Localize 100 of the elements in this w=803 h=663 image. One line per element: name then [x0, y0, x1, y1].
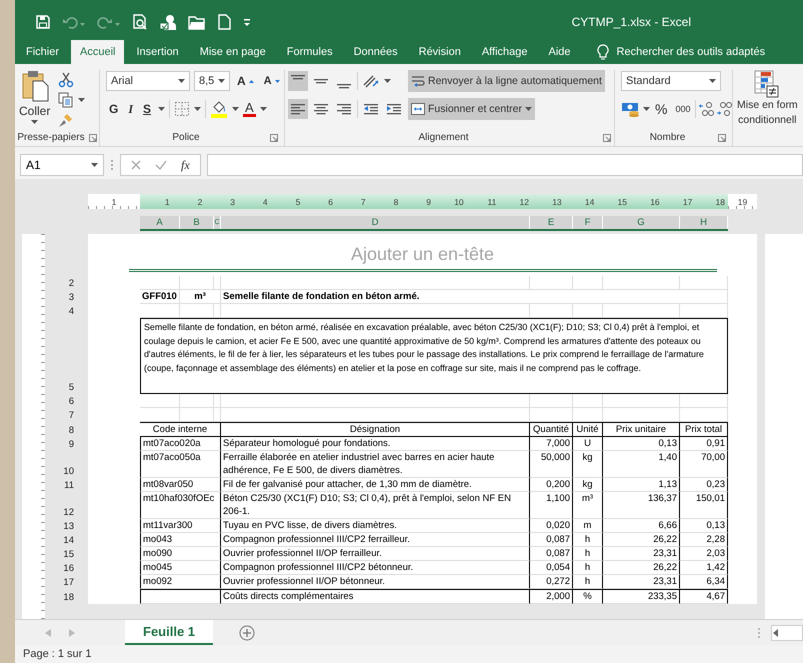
blank-page-icon[interactable]	[217, 14, 231, 30]
table-cell: 23,31	[603, 575, 680, 589]
row-number[interactable]: 5	[45, 318, 80, 394]
table-cell: 150,01	[680, 492, 728, 519]
ribbon-tab[interactable]: Insertion	[127, 40, 188, 64]
ribbon-tab[interactable]: Fichier	[17, 40, 68, 64]
percent-button[interactable]: %	[652, 99, 670, 119]
row-number[interactable]: 9	[45, 437, 80, 451]
empty-cell	[530, 304, 573, 318]
sheet-tab[interactable]: Feuille 1	[125, 620, 214, 645]
caret-icon	[643, 107, 650, 111]
dialog-launcher-icon[interactable]	[270, 134, 278, 142]
insert-function-button[interactable]: fx	[181, 158, 190, 172]
empty-cell	[530, 276, 573, 290]
accounting-format-icon[interactable]	[621, 101, 641, 117]
row-number[interactable]: 10	[45, 451, 80, 478]
row-number[interactable]: 17	[45, 575, 80, 589]
print-preview-icon[interactable]	[132, 14, 148, 30]
column-header[interactable]: E	[530, 216, 573, 229]
scroll-left-icon[interactable]	[772, 628, 780, 636]
wrap-text-button[interactable]: Renvoyer à la ligne automatiquement	[408, 70, 605, 92]
scissors-icon[interactable]	[58, 72, 74, 88]
decrease-decimal-icon[interactable]	[716, 101, 732, 117]
row-number[interactable]: 12	[45, 492, 80, 519]
column-header[interactable]: A	[140, 216, 180, 229]
column-header[interactable]: D	[221, 216, 530, 229]
grow-font-button[interactable]: A	[234, 71, 257, 91]
merge-cells-icon	[411, 102, 425, 116]
table-cell: Compagnon professionnel III/CP2 ferrailleur.	[221, 533, 530, 547]
row-number[interactable]: 8	[45, 422, 80, 437]
font-size-field[interactable]: 8,5	[194, 71, 230, 91]
ruler-number: 5	[294, 196, 302, 206]
ribbon-tab[interactable]: Affichage	[472, 40, 536, 64]
ribbon-tab[interactable]: Mise en page	[190, 40, 275, 64]
dialog-launcher-icon[interactable]	[718, 134, 726, 142]
row-number[interactable]: 18	[45, 589, 80, 604]
ruler-number: 18	[714, 196, 726, 206]
table-cell: 1,42	[680, 561, 728, 575]
empty-cell	[573, 276, 603, 290]
tell-me-search[interactable]: Rechercher des outils adaptés	[616, 46, 766, 58]
ribbon-tab[interactable]: Formules	[278, 40, 342, 64]
ruler-number: 11	[486, 196, 498, 206]
row-number[interactable]: 4	[45, 304, 80, 318]
align-top-icon[interactable]	[288, 71, 308, 91]
ribbon-tab[interactable]: Accueil	[71, 40, 124, 64]
folder-icon[interactable]	[188, 14, 206, 30]
row-number[interactable]: 11	[45, 478, 80, 492]
column-header[interactable]: F	[573, 216, 603, 229]
ribbon-tab[interactable]: Aide	[539, 40, 580, 64]
save-icon[interactable]	[35, 14, 51, 30]
row-number[interactable]: 16	[45, 561, 80, 575]
lightbulb-icon[interactable]	[596, 44, 609, 60]
increase-decimal-icon[interactable]	[698, 101, 714, 117]
paintbrush-icon[interactable]	[58, 112, 74, 128]
empty-cell	[180, 408, 214, 422]
thousands-separator-button[interactable]: 000	[672, 99, 694, 119]
column-title: Désignation	[221, 422, 530, 437]
ribbon-tab[interactable]: Données	[344, 40, 407, 64]
column-header[interactable]: B	[180, 216, 214, 229]
empty-cell	[573, 408, 603, 422]
row-number[interactable]: 14	[45, 533, 80, 547]
table-cell: mo090	[140, 547, 221, 561]
row-number[interactable]: 15	[45, 547, 80, 561]
user-check-icon[interactable]	[159, 14, 177, 30]
column-header[interactable]: H	[680, 216, 728, 229]
column-header[interactable]: G	[603, 216, 680, 229]
paste-button[interactable]: Coller	[17, 70, 52, 129]
horizontal-scrollbar[interactable]	[771, 624, 803, 640]
row-number[interactable]: 13	[45, 519, 80, 533]
ruler-number: 3	[229, 196, 236, 206]
underline-button[interactable]: S	[140, 99, 154, 119]
conditional-formatting-button[interactable]: Mise en form conditionnell	[737, 70, 798, 128]
enter-check-icon[interactable]	[155, 160, 167, 170]
dialog-launcher-icon[interactable]	[89, 134, 97, 142]
merge-center-button[interactable]: Fusionner et centrer	[408, 98, 535, 120]
number-format-field[interactable]: Standard	[621, 71, 721, 91]
table-cell: 0,087	[530, 533, 573, 547]
row-number[interactable]: 3	[45, 290, 80, 304]
italic-button[interactable]: I	[125, 99, 136, 119]
ribbon-tab[interactable]: Révision	[410, 40, 470, 64]
table-cell: 2,03	[680, 547, 728, 561]
row-number[interactable]: 7	[45, 408, 80, 422]
align-left-icon[interactable]	[288, 99, 308, 119]
ruler-number: 15	[616, 196, 628, 206]
bold-button[interactable]: G	[106, 99, 122, 119]
dialog-launcher-icon[interactable]	[603, 134, 611, 142]
caret-icon	[232, 107, 240, 111]
row-number[interactable]: 6	[45, 394, 80, 408]
font-color-button[interactable]: A	[243, 102, 256, 116]
row-number[interactable]: 2	[45, 276, 80, 290]
group-label: Alignement	[418, 132, 469, 143]
formula-input[interactable]	[206, 154, 803, 176]
shrink-font-button[interactable]: A	[260, 71, 283, 91]
copy-icon[interactable]	[58, 92, 74, 108]
borders-icon[interactable]	[174, 101, 190, 117]
add-sheet-icon[interactable]	[239, 624, 256, 640]
ruler-number: 4	[262, 196, 269, 206]
fill-bucket-icon[interactable]	[210, 100, 228, 118]
name-box[interactable]: A1	[20, 154, 104, 176]
font-name-field[interactable]: Arial	[106, 71, 190, 91]
